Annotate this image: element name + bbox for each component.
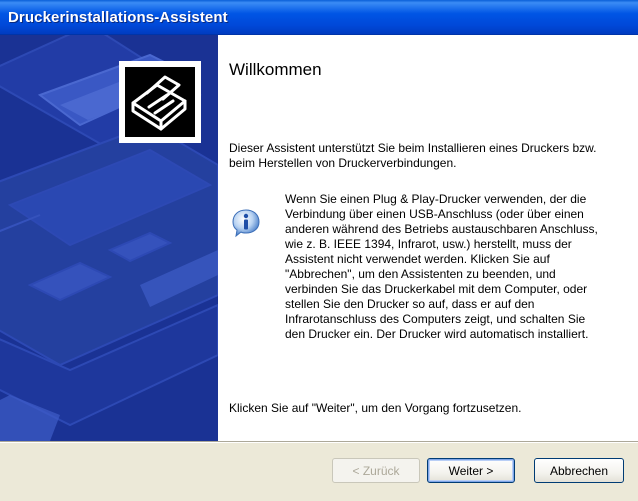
wizard-main-panel: Willkommen Dieser Assistent unterstützt … — [218, 35, 638, 441]
continue-hint: Klicken Sie auf "Weiter", um den Vorgang… — [229, 401, 522, 415]
title-bar[interactable]: Druckerinstallations-Assistent — [0, 0, 638, 35]
wizard-content: Willkommen Dieser Assistent unterstützt … — [0, 35, 638, 441]
back-button[interactable]: < Zurück — [332, 458, 420, 483]
info-icon — [231, 208, 261, 238]
button-separator — [0, 441, 638, 443]
window-title: Druckerinstallations-Assistent — [8, 9, 228, 26]
wizard-side-banner — [0, 35, 218, 441]
next-button[interactable]: Weiter > — [427, 458, 515, 483]
info-text: Wenn Sie einen Plug & Play-Drucker verwe… — [285, 192, 598, 341]
intro-text: Dieser Assistent unterstützt Sie beim In… — [229, 141, 597, 170]
printer-wizard-window: Druckerinstallations-Assistent Willkomme… — [0, 0, 638, 501]
printer-icon — [119, 61, 201, 143]
cancel-button[interactable]: Abbrechen — [534, 458, 624, 483]
page-title: Willkommen — [229, 60, 322, 79]
